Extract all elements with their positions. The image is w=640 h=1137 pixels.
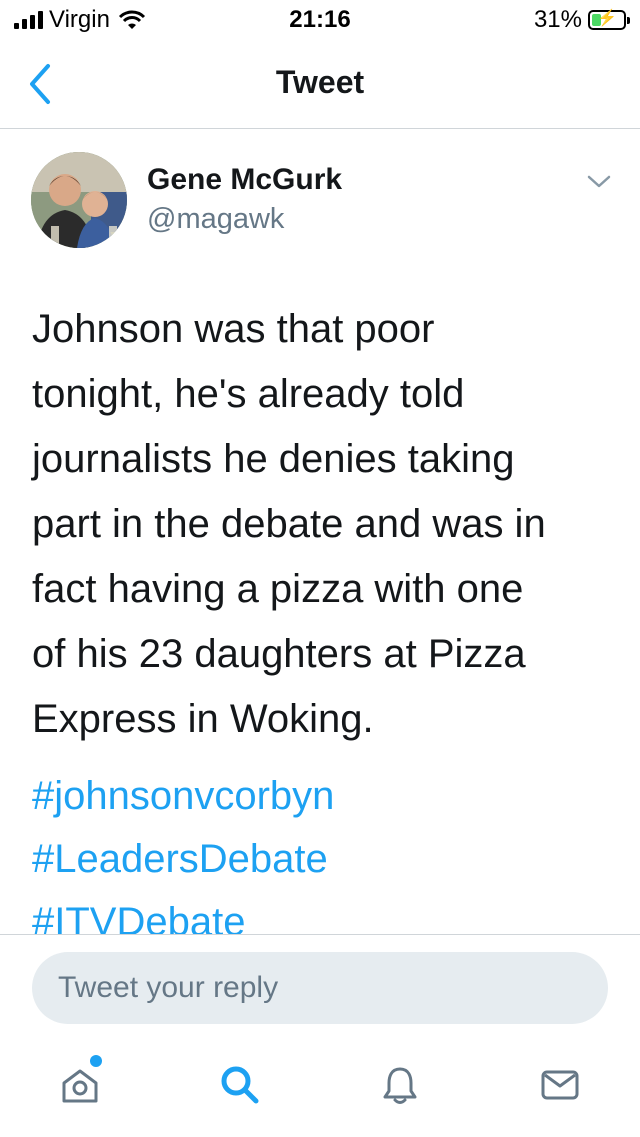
author-handle[interactable]: @magawk <box>147 203 284 236</box>
tab-search[interactable] <box>200 1045 280 1125</box>
author-display-name[interactable]: Gene McGurk <box>147 163 342 197</box>
tab-messages[interactable] <box>520 1045 600 1125</box>
hashtag-link[interactable]: #johnsonvcorbyn <box>32 765 612 828</box>
avatar[interactable] <box>31 152 127 248</box>
status-bar: Virgin 21:16 31% ⚡ <box>0 0 640 40</box>
battery-percent: 31% <box>533 6 582 33</box>
charging-bolt-icon: ⚡ <box>597 10 617 27</box>
home-icon <box>62 1069 98 1103</box>
avatar-photo <box>31 152 127 248</box>
tab-notifications[interactable] <box>360 1045 440 1125</box>
tweet-text: Johnson was that poor tonight, he's alre… <box>32 307 546 741</box>
nav-bar: Tweet <box>0 40 640 129</box>
notification-dot <box>90 1055 102 1067</box>
hashtag-link[interactable]: #LeadersDebate <box>32 828 612 891</box>
reply-input[interactable] <box>32 952 608 1024</box>
search-icon <box>221 1066 259 1104</box>
reply-bar <box>0 934 640 1137</box>
battery-icon: ⚡ <box>588 10 630 30</box>
tab-bar <box>0 1045 640 1135</box>
hashtag-list: #johnsonvcorbyn #LeadersDebate #ITVDebat… <box>32 765 612 954</box>
page-title: Tweet <box>275 64 365 100</box>
status-right: 31% ⚡ <box>533 6 630 34</box>
tab-home[interactable] <box>40 1045 120 1125</box>
bell-icon <box>383 1067 417 1104</box>
chevron-down-icon <box>587 175 611 188</box>
mail-icon <box>541 1070 579 1100</box>
tweet-options-button[interactable] <box>584 169 614 193</box>
